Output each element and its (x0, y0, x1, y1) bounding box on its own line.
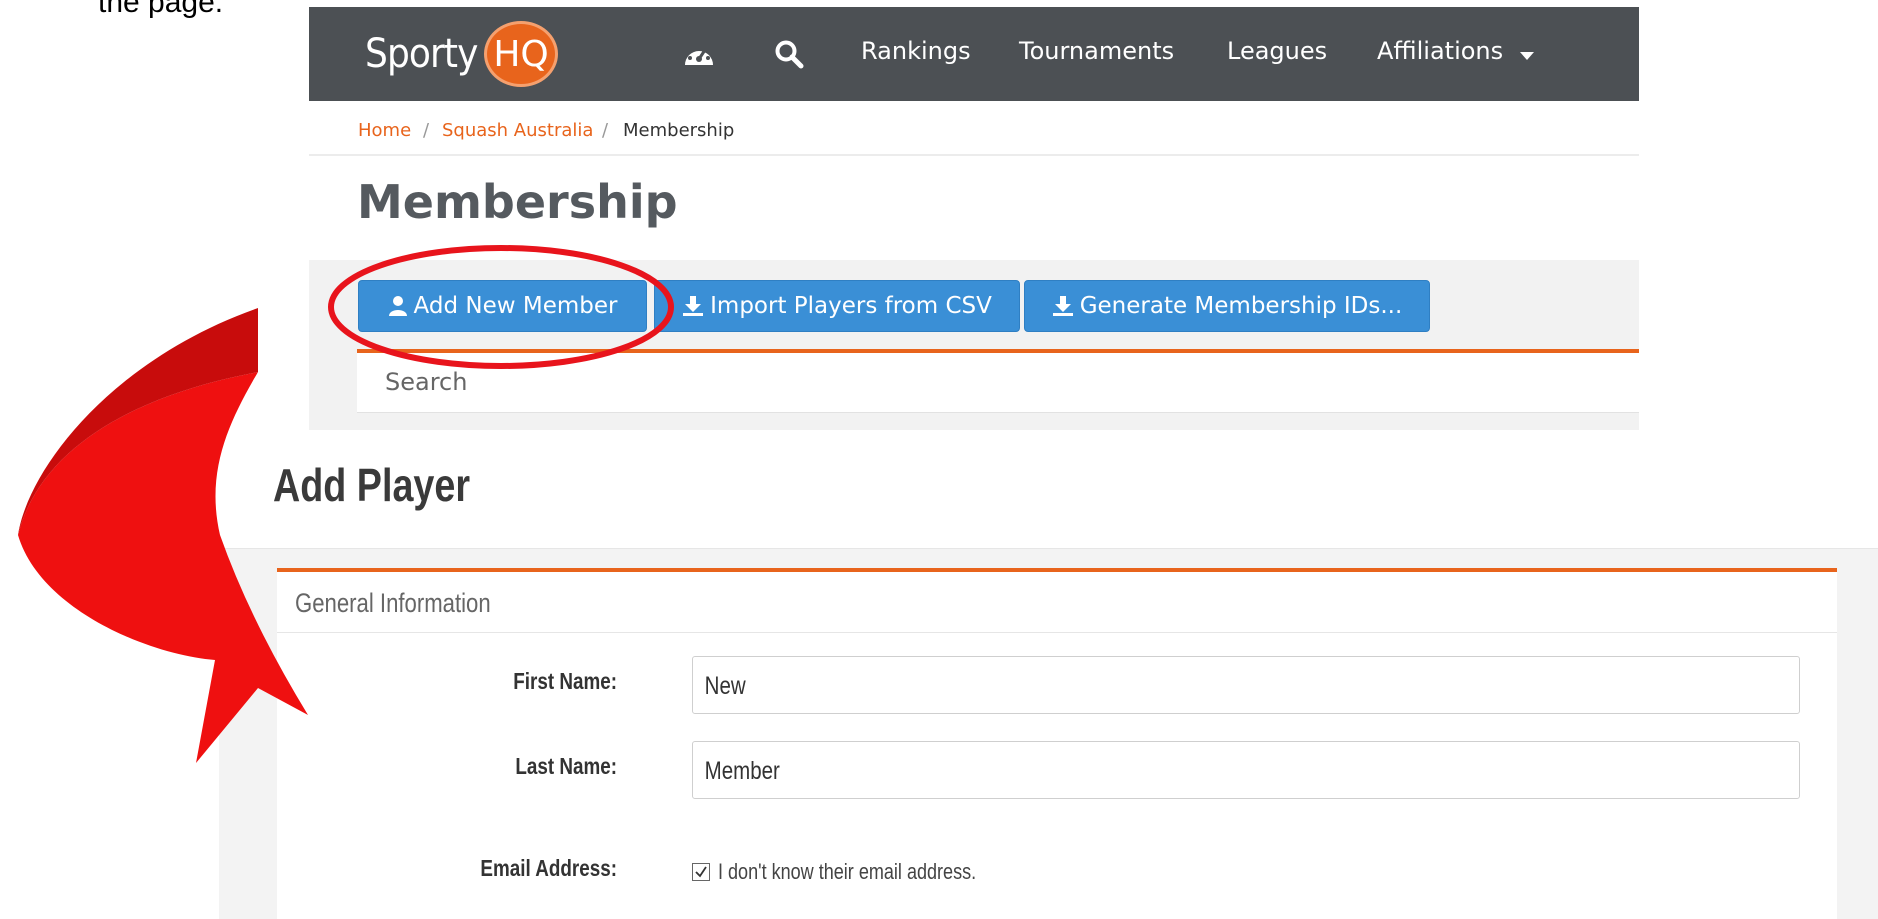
annotation-overlay (18, 245, 674, 763)
highlight-ellipse (328, 245, 674, 369)
curved-arrow-icon (18, 308, 308, 763)
